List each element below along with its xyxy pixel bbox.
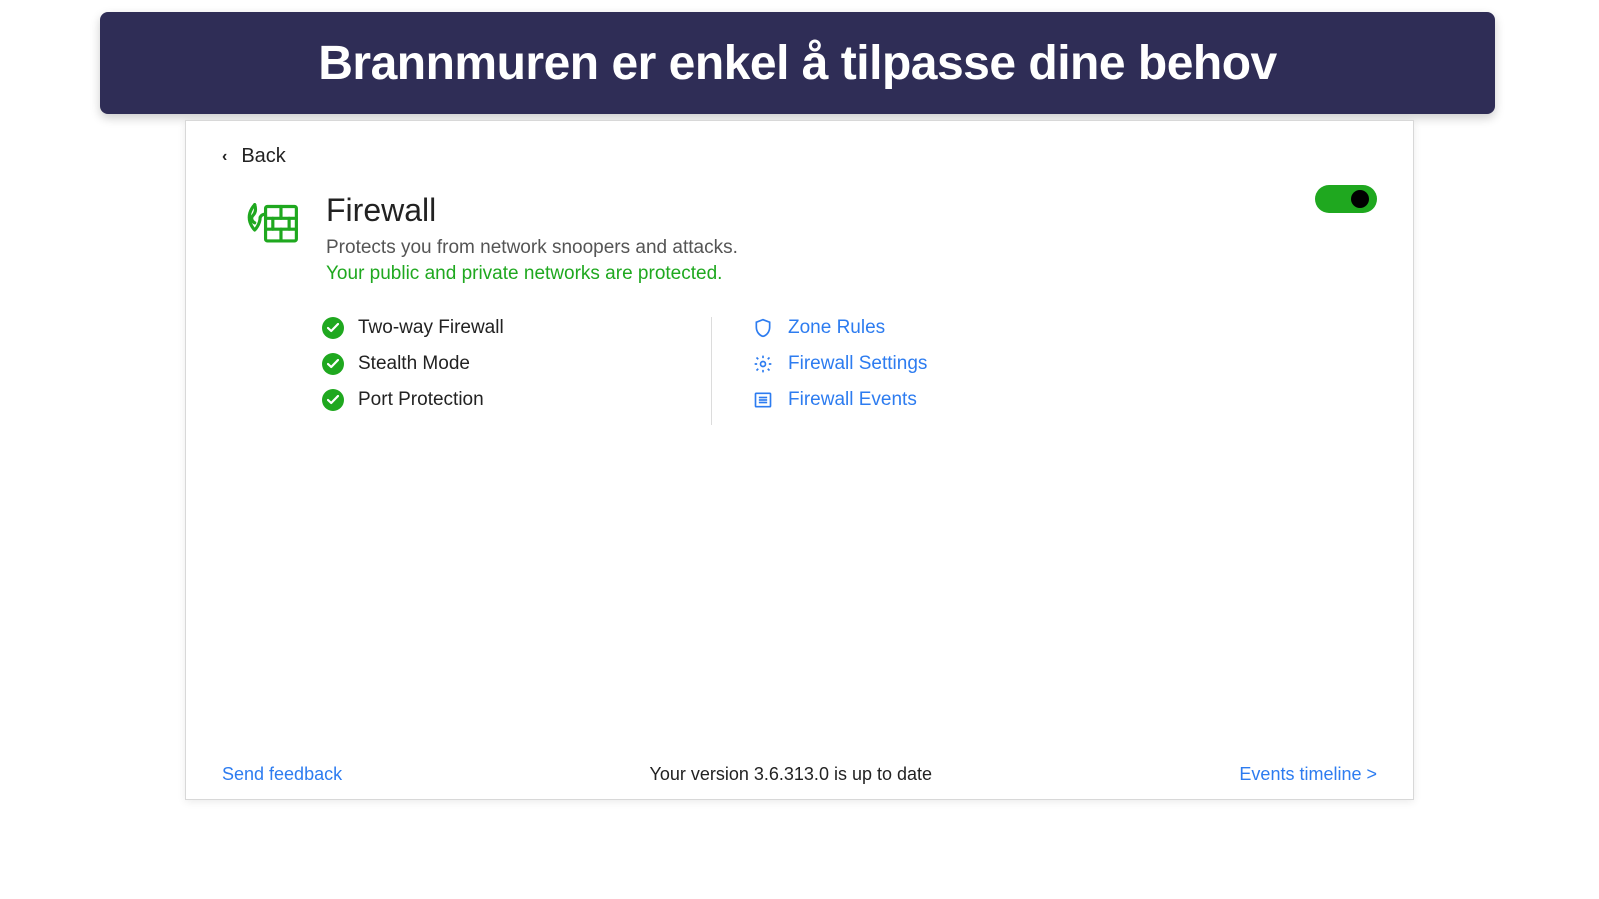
feature-item: Port Protection: [322, 389, 691, 411]
feature-item: Stealth Mode: [322, 353, 691, 375]
back-button[interactable]: ‹ Back: [222, 145, 286, 168]
main-content: ‹ Back Firewall Protects you: [186, 121, 1413, 750]
link-label: Firewall Settings: [788, 353, 927, 375]
back-label: Back: [241, 145, 285, 168]
promo-banner: Brannmuren er enkel å tilpasse dine beho…: [100, 12, 1495, 114]
page-header: Firewall Protects you from network snoop…: [222, 192, 1377, 285]
shield-icon: [752, 318, 774, 338]
feature-label: Two-way Firewall: [358, 317, 504, 339]
protection-status: Your public and private networks are pro…: [326, 263, 1377, 285]
link-label: Firewall Events: [788, 389, 917, 411]
feature-label: Port Protection: [358, 389, 484, 411]
options-columns: Two-way Firewall Stealth Mode Port Prote…: [222, 317, 1377, 425]
firewall-icon: [242, 192, 300, 255]
footer-bar: Send feedback Your version 3.6.313.0 is …: [186, 750, 1413, 799]
check-icon: [322, 353, 344, 375]
feature-item: Two-way Firewall: [322, 317, 691, 339]
version-status: Your version 3.6.313.0 is up to date: [649, 764, 932, 785]
chevron-left-icon: ‹: [222, 148, 227, 166]
page-title: Firewall: [326, 192, 1377, 229]
features-column: Two-way Firewall Stealth Mode Port Prote…: [322, 317, 712, 425]
app-window: ‹ Back Firewall Protects you: [185, 120, 1414, 800]
zone-rules-link[interactable]: Zone Rules: [752, 317, 927, 339]
check-icon: [322, 317, 344, 339]
send-feedback-link[interactable]: Send feedback: [222, 764, 342, 785]
list-icon: [752, 390, 774, 410]
feature-label: Stealth Mode: [358, 353, 470, 375]
gear-icon: [752, 354, 774, 374]
link-label: Zone Rules: [788, 317, 885, 339]
links-column: Zone Rules Firewall Settings Firewall Ev…: [712, 317, 927, 425]
firewall-toggle[interactable]: [1315, 185, 1377, 213]
toggle-knob: [1351, 190, 1369, 208]
toggle-wrap: [1315, 185, 1377, 213]
page-subtitle: Protects you from network snoopers and a…: [326, 237, 1377, 259]
firewall-events-link[interactable]: Firewall Events: [752, 389, 927, 411]
firewall-settings-link[interactable]: Firewall Settings: [752, 353, 927, 375]
banner-title: Brannmuren er enkel å tilpasse dine beho…: [318, 36, 1276, 91]
check-icon: [322, 389, 344, 411]
events-timeline-link[interactable]: Events timeline >: [1239, 764, 1377, 785]
title-block: Firewall Protects you from network snoop…: [326, 192, 1377, 285]
